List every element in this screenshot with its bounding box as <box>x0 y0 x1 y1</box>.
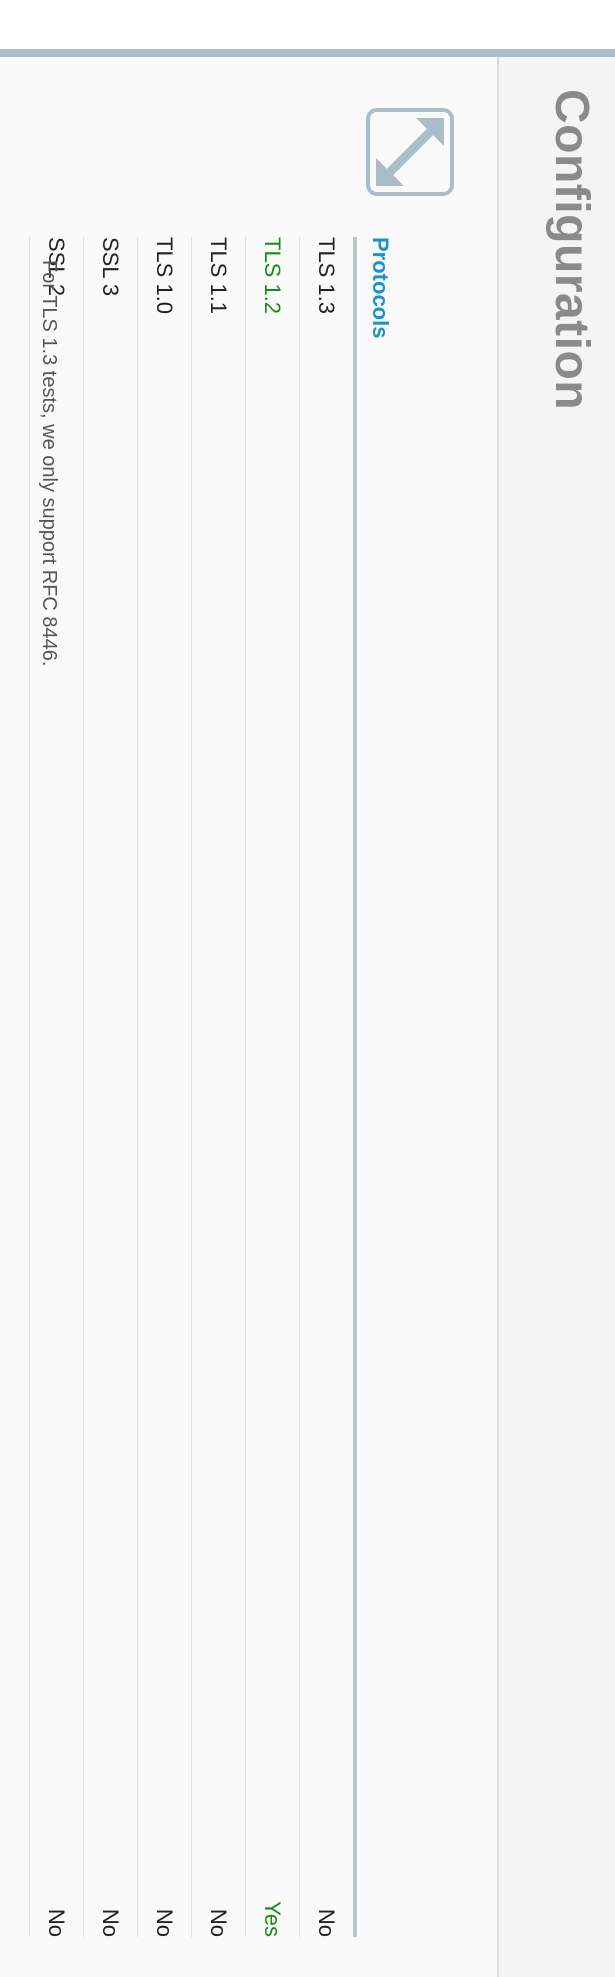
table-row: TLS 1.2 Yes <box>245 237 300 1937</box>
table-row: TLS 1.3 No <box>299 237 355 1937</box>
protocols-heading: Protocols <box>355 237 405 1937</box>
protocol-name: TLS 1.0 <box>137 237 192 1857</box>
table-header-row: Protocols <box>355 237 405 1937</box>
page-title: Configuration <box>545 89 598 411</box>
protocols-table: Protocols TLS 1.3 No TLS 1.2 Yes TLS 1.1 No TL… <box>29 237 405 1937</box>
configuration-section: Configuration Protocols TLS 1.3 No TLS 1.2… <box>0 57 615 1977</box>
protocol-name: SSL 3 <box>83 237 138 1857</box>
top-accent-bar <box>0 49 615 57</box>
table-row: SSL 3 No <box>83 237 138 1937</box>
tls13-note: For TLS 1.3 tests, we only support RFC 8… <box>38 260 60 667</box>
table-row: TLS 1.1 No <box>191 237 246 1937</box>
protocol-support-value: No <box>29 1857 84 1937</box>
protocols-body: TLS 1.3 No TLS 1.2 Yes TLS 1.1 No TLS 1.0 No SSL… <box>29 237 355 1937</box>
protocol-support-value: No <box>137 1857 192 1937</box>
protocol-name: TLS 1.3 <box>299 237 355 1857</box>
protocol-support-value: Yes <box>245 1857 300 1937</box>
protocols-table-wrap: Protocols TLS 1.3 No TLS 1.2 Yes TLS 1.1 No TL… <box>29 237 405 1937</box>
protocol-name: TLS 1.1 <box>191 237 246 1857</box>
protocol-support-value: No <box>83 1857 138 1937</box>
protocol-support-value: No <box>299 1857 355 1937</box>
protocol-support-value: No <box>191 1857 246 1937</box>
table-row: TLS 1.0 No <box>137 237 192 1937</box>
expand-icon[interactable] <box>366 108 454 196</box>
protocol-name: TLS 1.2 <box>245 237 300 1857</box>
